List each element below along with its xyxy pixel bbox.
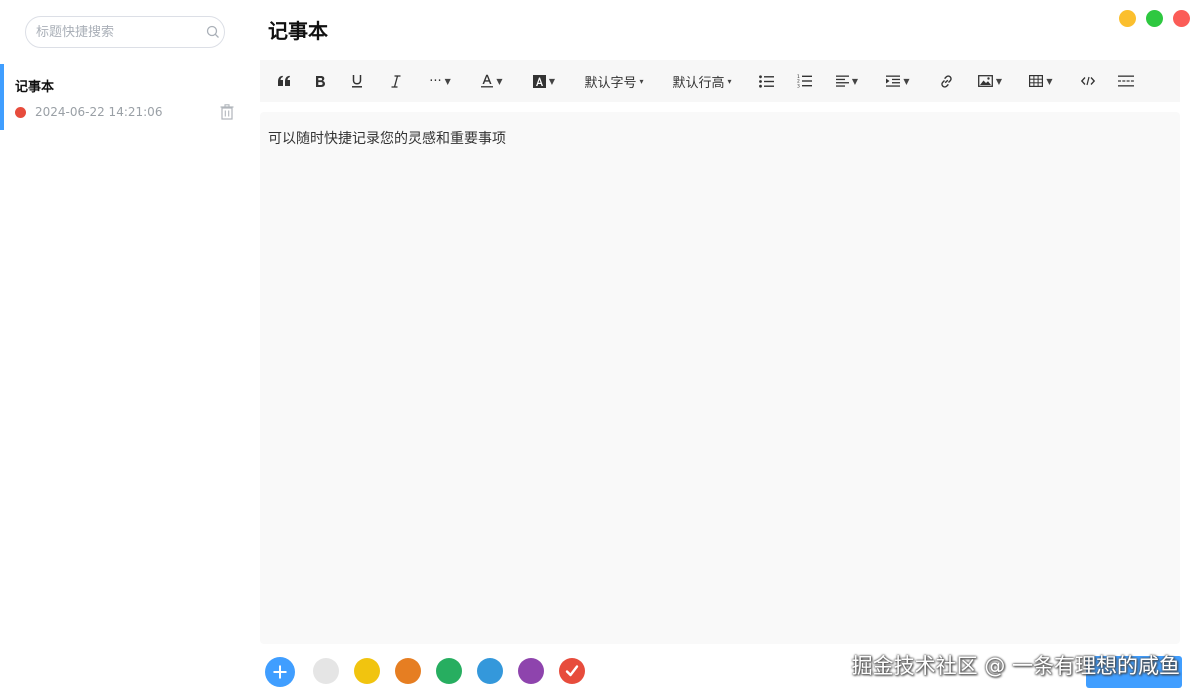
align-dropdown[interactable]: ▼: [833, 60, 861, 102]
divider-icon[interactable]: [1117, 60, 1135, 102]
font-color-dropdown[interactable]: ▼: [479, 60, 505, 102]
caret-down-icon: ▼: [903, 76, 910, 86]
maximize-button[interactable]: [1146, 10, 1163, 27]
caret-down-icon: ▼: [1046, 76, 1053, 86]
search-box[interactable]: [25, 16, 225, 48]
background-color-dropdown[interactable]: ▼: [531, 60, 557, 102]
minimize-button[interactable]: [1119, 10, 1136, 27]
check-icon: [565, 665, 579, 677]
svg-text:3: 3: [797, 83, 800, 88]
add-note-button[interactable]: [265, 657, 295, 687]
indent-dropdown[interactable]: ▼: [884, 60, 912, 102]
editor-area[interactable]: 可以随时快捷记录您的灵感和重要事项: [260, 112, 1180, 644]
color-swatch-gray[interactable]: [313, 658, 339, 684]
trash-icon[interactable]: [220, 104, 234, 120]
color-swatch-blue[interactable]: [477, 658, 503, 684]
line-height-label: 默认行高: [672, 75, 725, 91]
numbered-list-icon[interactable]: 123: [795, 60, 813, 102]
color-swatch-red[interactable]: [559, 658, 585, 684]
editor-content[interactable]: 可以随时快捷记录您的灵感和重要事项: [268, 128, 1172, 148]
caret-down-icon: ▼: [548, 76, 556, 86]
font-size-label: 默认字号: [584, 75, 637, 91]
font-size-dropdown[interactable]: 默认字号 ▾: [582, 60, 646, 102]
editor-toolbar: ··· ▼ ▼ ▼ 默认字号 ▾ 默认行高 ▾ 123 ▼ ▼ ▼ ▼: [260, 60, 1180, 102]
caret-down-icon: ▼: [444, 76, 451, 86]
color-swatch-purple[interactable]: [518, 658, 544, 684]
quote-icon[interactable]: [274, 60, 294, 102]
note-title: 记事本: [15, 80, 55, 95]
link-icon[interactable]: [937, 60, 955, 102]
table-dropdown[interactable]: ▼: [1027, 60, 1055, 102]
underline-icon[interactable]: [349, 60, 365, 102]
search-input[interactable]: [36, 24, 206, 40]
caret-down-icon: ▼: [496, 76, 503, 86]
bold-icon[interactable]: [312, 60, 328, 102]
line-height-dropdown[interactable]: 默认行高 ▾: [670, 60, 734, 102]
bullet-list-icon[interactable]: [757, 60, 775, 102]
image-dropdown[interactable]: ▼: [976, 60, 1004, 102]
caret-down-icon: ▾: [727, 76, 732, 86]
plus-icon: [273, 665, 287, 679]
page-title: 记事本: [268, 19, 328, 43]
color-swatch-green[interactable]: [436, 658, 462, 684]
code-icon[interactable]: [1079, 60, 1097, 102]
caret-down-icon: ▼: [851, 76, 859, 86]
caret-down-icon: ▾: [639, 76, 644, 86]
note-date: 2024-06-22 14:21:06: [35, 105, 163, 119]
note-list-item[interactable]: 记事本 2024-06-22 14:21:06: [0, 64, 248, 130]
color-swatch-orange[interactable]: [395, 658, 421, 684]
more-label: ···: [429, 73, 442, 89]
caret-down-icon: ▼: [995, 76, 1003, 86]
more-styles-dropdown[interactable]: ··· ▼: [426, 60, 454, 102]
window-controls: [1119, 10, 1190, 27]
italic-icon[interactable]: [388, 60, 404, 102]
color-swatch-yellow[interactable]: [354, 658, 380, 684]
note-color-dot: [15, 106, 26, 118]
sidebar: 记事本 2024-06-22 14:21:06: [0, 0, 248, 700]
active-indicator: [0, 64, 4, 130]
close-button[interactable]: [1173, 10, 1190, 27]
search-icon[interactable]: [206, 24, 220, 40]
save-button[interactable]: [1086, 656, 1182, 688]
